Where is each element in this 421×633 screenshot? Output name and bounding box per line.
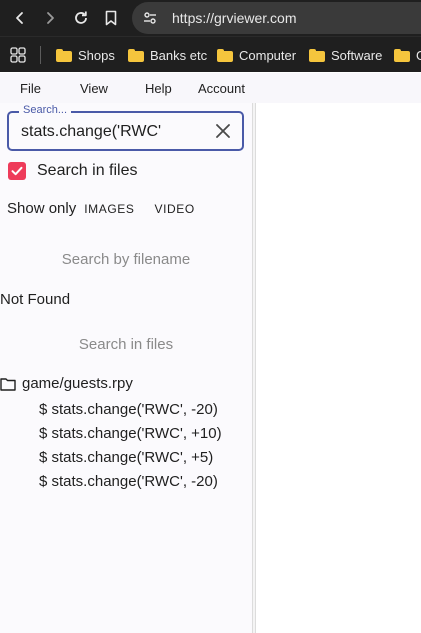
chevron-right-icon <box>47 12 54 24</box>
search-sidebar: Search... stats.change('RWC' Search in f… <box>0 103 252 633</box>
match-list: $ stats.change('RWC', -20) $ stats.chang… <box>39 398 222 494</box>
bookmark-label: Banks etc <box>150 47 208 63</box>
filter-images-button[interactable]: IMAGES <box>84 202 134 216</box>
match-line[interactable]: $ stats.change('RWC', +10) <box>39 422 222 446</box>
bookmark-label: Computer <box>239 47 297 63</box>
bookmark-shops[interactable]: Shops <box>56 45 115 65</box>
folder-icon <box>56 48 72 62</box>
reload-icon <box>75 11 87 24</box>
folder-outline-icon <box>0 377 16 391</box>
viewer-pane <box>256 103 421 633</box>
match-line[interactable]: $ stats.change('RWC', +5) <box>39 446 222 470</box>
show-only-filter: Show only IMAGES VIDEO <box>7 200 195 217</box>
folder-icon <box>128 48 144 62</box>
bookmark-label: Software <box>331 47 383 63</box>
reload-button[interactable] <box>70 7 92 29</box>
app-window: File View Help Account Search... stats.c… <box>0 73 421 633</box>
match-line[interactable]: $ stats.change('RWC', -20) <box>39 470 222 494</box>
folder-icon <box>394 48 410 62</box>
browser-toolbar: https://grviewer.com <box>0 0 421 36</box>
back-button[interactable] <box>9 7 31 29</box>
chevron-left-icon <box>16 12 23 24</box>
menu-bar: File View Help Account <box>0 73 421 103</box>
match-line[interactable]: $ stats.change('RWC', -20) <box>39 398 222 422</box>
menu-file[interactable]: File <box>20 81 41 96</box>
folder-icon <box>309 48 325 62</box>
apps-grid-icon[interactable] <box>10 47 26 63</box>
search-in-files-label: Search in files <box>37 162 138 179</box>
forward-button[interactable] <box>39 7 61 29</box>
search-in-files-toggle[interactable]: Search in files <box>8 162 138 180</box>
menu-account[interactable]: Account <box>198 81 245 96</box>
search-label: Search... <box>19 104 72 116</box>
bookmarks-bar: Shops Banks etc Computer Software G <box>0 36 421 72</box>
bookmark-banks[interactable]: Banks etc <box>128 45 207 65</box>
bookmark-label: G <box>416 48 421 63</box>
address-bar[interactable]: https://grviewer.com <box>132 2 421 34</box>
bookmark-g[interactable]: G <box>394 45 421 65</box>
bookmarks-separator <box>40 46 41 64</box>
bookmark-button[interactable] <box>100 7 122 29</box>
menu-view[interactable]: View <box>80 81 108 96</box>
bookmark-computer[interactable]: Computer <box>217 45 296 65</box>
file-result-row[interactable]: game/guests.rpy <box>0 375 133 392</box>
folder-icon <box>217 48 233 62</box>
bookmark-label: Shops <box>78 47 115 63</box>
site-settings-icon[interactable] <box>142 10 158 26</box>
filename-section-header: Search by filename <box>61 251 191 268</box>
search-input[interactable]: Search... stats.change('RWC' <box>7 104 244 151</box>
check-icon <box>11 166 23 176</box>
bookmark-software[interactable]: Software <box>309 45 382 65</box>
clear-icon[interactable] <box>214 122 232 140</box>
search-in-files-checkbox[interactable] <box>8 162 26 180</box>
show-only-label: Show only <box>7 200 77 217</box>
filename-result: Not Found <box>0 291 71 308</box>
files-section-header: Search in files <box>78 336 174 353</box>
url-text: https://grviewer.com <box>172 10 297 26</box>
bookmark-icon <box>105 10 117 26</box>
search-value[interactable]: stats.change('RWC' <box>21 123 161 141</box>
file-name: game/guests.rpy <box>22 375 133 392</box>
filter-video-button[interactable]: VIDEO <box>155 202 195 216</box>
menu-help[interactable]: Help <box>145 81 172 96</box>
